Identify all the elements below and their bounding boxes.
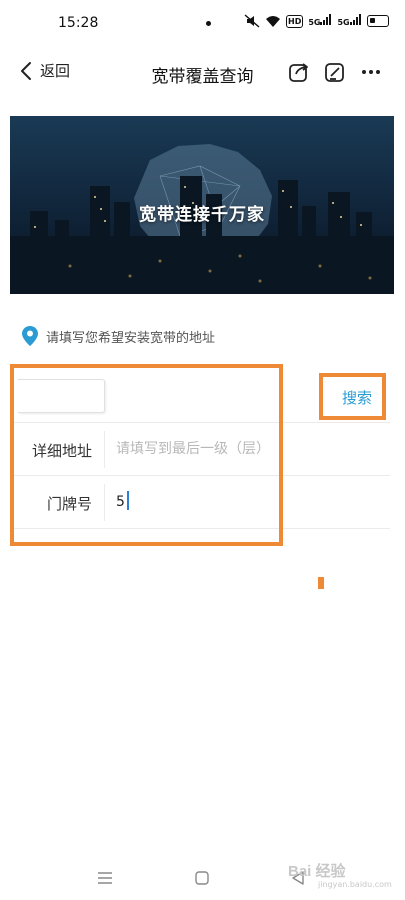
location-hint-text: 请填写您希望安装宽带的地址 bbox=[46, 330, 216, 346]
home-icon[interactable] bbox=[190, 866, 214, 890]
location-pin-icon bbox=[22, 326, 38, 346]
signal-5g-icon: 5G bbox=[337, 14, 361, 28]
menu-icon[interactable] bbox=[93, 866, 117, 890]
search-highlight-box bbox=[319, 373, 386, 420]
nav-actions bbox=[287, 60, 383, 84]
watermark-sub: jingyan.baidu.com bbox=[318, 880, 392, 889]
wifi-icon bbox=[266, 15, 280, 27]
banner-text: 宽带连接千万家 bbox=[139, 205, 265, 225]
form-highlight-box bbox=[10, 364, 283, 546]
banner: 宽带连接千万家 bbox=[10, 116, 394, 294]
more-icon[interactable] bbox=[359, 60, 383, 84]
status-icons: HD 5G 5G bbox=[244, 14, 389, 28]
share-icon[interactable] bbox=[287, 60, 311, 84]
battery-icon bbox=[366, 15, 389, 27]
status-bar: 15:28 HD 5G 5G bbox=[0, 0, 405, 48]
notification-dot-icon bbox=[206, 21, 211, 26]
signal-5g-icon: 5G bbox=[308, 14, 332, 28]
status-time: 15:28 bbox=[58, 15, 99, 31]
net-label: 5G bbox=[308, 18, 321, 27]
location-hint: 请填写您希望安装宽带的地址 bbox=[22, 326, 215, 346]
highlight-mark bbox=[318, 577, 324, 589]
nav-bar: 返回 宽带覆盖查询 bbox=[0, 48, 405, 100]
watermark: Bai 经验 bbox=[288, 863, 346, 880]
silent-icon bbox=[244, 14, 260, 28]
hd-icon: HD bbox=[286, 14, 304, 28]
net-label: 5G bbox=[337, 18, 350, 27]
edit-note-icon[interactable] bbox=[323, 60, 347, 84]
